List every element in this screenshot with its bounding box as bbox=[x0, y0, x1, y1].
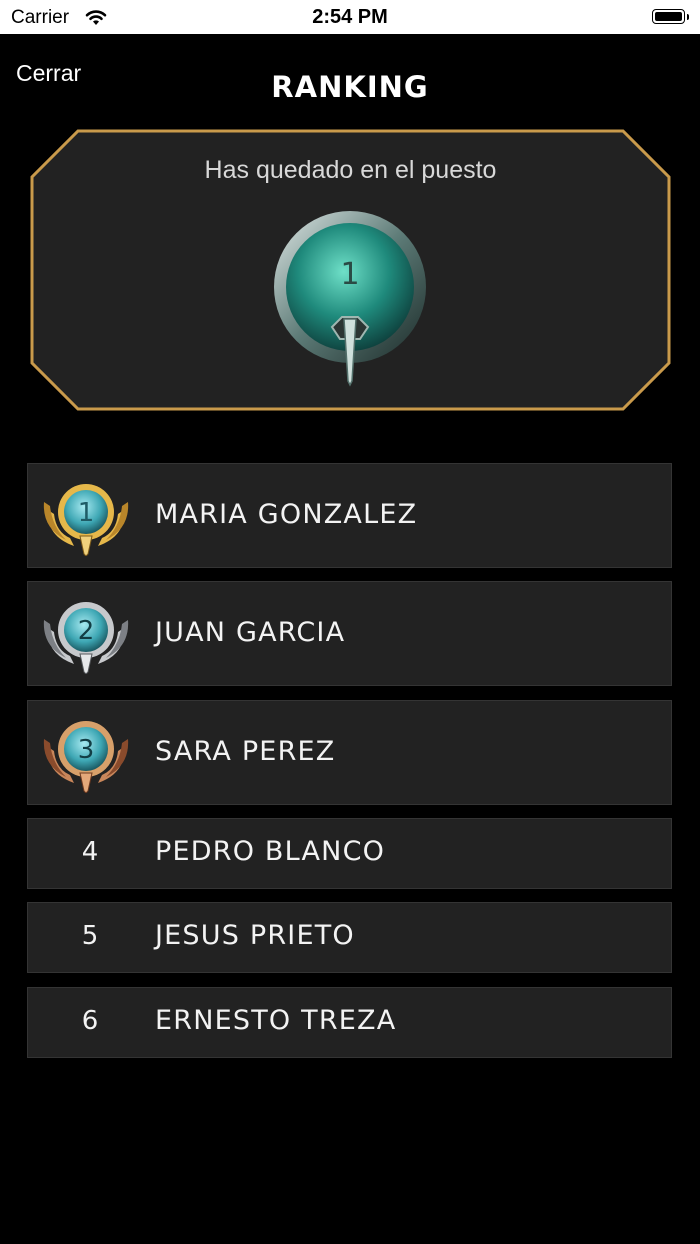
player-name: ERNESTO TREZA bbox=[155, 1005, 397, 1036]
player-name: JESUS PRIETO bbox=[155, 920, 355, 951]
ranking-row[interactable]: 3 SARA PEREZ bbox=[27, 700, 672, 805]
battery-icon bbox=[652, 9, 690, 26]
silver-medal-icon: 2 bbox=[40, 598, 132, 675]
page-title: RANKING bbox=[271, 70, 429, 104]
rank-number: 5 bbox=[81, 921, 99, 951]
ranking-row[interactable]: 5 JESUS PRIETO bbox=[27, 902, 672, 973]
rank-number: 6 bbox=[81, 1006, 99, 1036]
player-name: MARIA GONZALEZ bbox=[155, 499, 418, 530]
player-name: SARA PEREZ bbox=[155, 736, 336, 767]
result-medal-icon: 1 bbox=[270, 209, 430, 389]
ranking-row[interactable]: 1 MARIA GONZALEZ bbox=[27, 463, 672, 568]
player-name: PEDRO BLANCO bbox=[155, 836, 386, 867]
ranking-row[interactable]: 4 PEDRO BLANCO bbox=[27, 818, 672, 889]
ranking-row[interactable]: 6 ERNESTO TREZA bbox=[27, 987, 672, 1058]
medal-position: 3 bbox=[77, 735, 95, 765]
medal-position: 1 bbox=[77, 498, 95, 528]
result-panel: Has quedado en el puesto 1 bbox=[30, 129, 671, 411]
medal-position: 2 bbox=[77, 616, 95, 646]
rank-number: 4 bbox=[81, 837, 99, 867]
ranking-row[interactable]: 2 JUAN GARCIA bbox=[27, 581, 672, 686]
result-caption: Has quedado en el puesto bbox=[204, 156, 497, 184]
result-position: 1 bbox=[340, 257, 360, 292]
status-time: 2:54 PM bbox=[312, 6, 388, 28]
gold-medal-icon: 1 bbox=[40, 480, 132, 557]
status-bar: Carrier 2:54 PM bbox=[0, 0, 700, 34]
bronze-medal-icon: 3 bbox=[40, 717, 132, 794]
player-name: JUAN GARCIA bbox=[155, 617, 346, 648]
